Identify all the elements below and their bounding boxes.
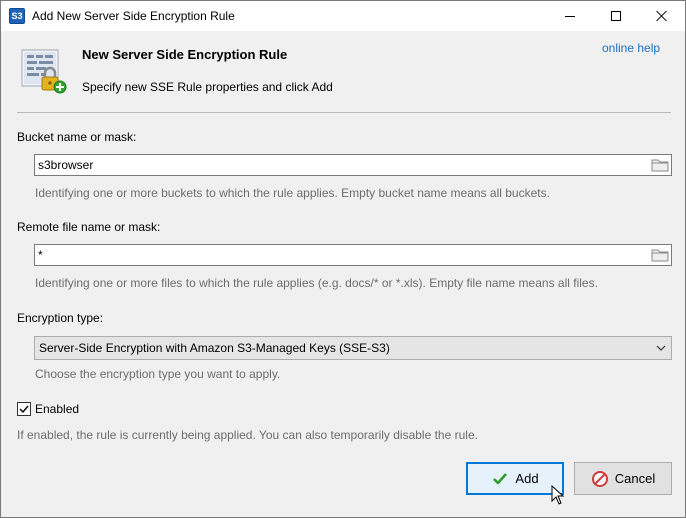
- encryption-type-label: Encryption type:: [17, 311, 104, 325]
- chevron-down-icon: [656, 345, 666, 351]
- close-icon: [656, 10, 668, 22]
- minimize-icon: [565, 15, 575, 17]
- bucket-label: Bucket name or mask:: [17, 130, 137, 144]
- bucket-field[interactable]: [34, 154, 672, 176]
- app-icon: S3: [9, 8, 25, 24]
- encryption-type-select[interactable]: Server-Side Encryption with Amazon S3-Ma…: [34, 336, 672, 360]
- add-button-label: Add: [515, 471, 539, 486]
- online-help-link[interactable]: online help: [602, 41, 660, 55]
- enabled-label[interactable]: Enabled: [35, 402, 79, 416]
- header-title: New Server Side Encryption Rule: [82, 47, 288, 62]
- maximize-button[interactable]: [593, 1, 639, 31]
- enabled-hint: If enabled, the rule is currently being …: [17, 428, 478, 442]
- remote-file-label: Remote file name or mask:: [17, 220, 161, 234]
- minimize-button[interactable]: [547, 1, 593, 31]
- encryption-type-value: Server-Side Encryption with Amazon S3-Ma…: [39, 341, 390, 355]
- header-separator: [17, 112, 671, 113]
- bucket-input[interactable]: [38, 157, 638, 173]
- cancel-button[interactable]: Cancel: [574, 462, 672, 495]
- mouse-cursor-icon: [551, 485, 565, 505]
- cancel-button-label: Cancel: [614, 471, 656, 486]
- server-lock-add-icon: [21, 49, 67, 94]
- enabled-checkbox[interactable]: [17, 402, 31, 416]
- folder-icon[interactable]: [651, 247, 669, 263]
- folder-icon[interactable]: [651, 157, 669, 173]
- bucket-hint: Identifying one or more buckets to which…: [35, 186, 550, 200]
- checkmark-icon: [19, 405, 29, 414]
- checkmark-icon: [493, 472, 508, 484]
- add-button[interactable]: Add: [466, 462, 564, 495]
- window-title: Add New Server Side Encryption Rule: [32, 9, 235, 23]
- remote-file-hint: Identifying one or more files to which t…: [35, 276, 598, 290]
- header-subtitle: Specify new SSE Rule properties and clic…: [82, 80, 333, 94]
- dialog-window: S3 Add New Server Side Encryption Rule N…: [0, 0, 686, 518]
- cancel-icon: [591, 470, 608, 487]
- encryption-type-hint: Choose the encryption type you want to a…: [35, 367, 281, 381]
- close-button[interactable]: [639, 1, 685, 31]
- maximize-icon: [611, 11, 621, 21]
- remote-file-field[interactable]: [34, 244, 672, 266]
- title-bar[interactable]: S3 Add New Server Side Encryption Rule: [1, 1, 685, 31]
- remote-file-input[interactable]: [38, 247, 638, 263]
